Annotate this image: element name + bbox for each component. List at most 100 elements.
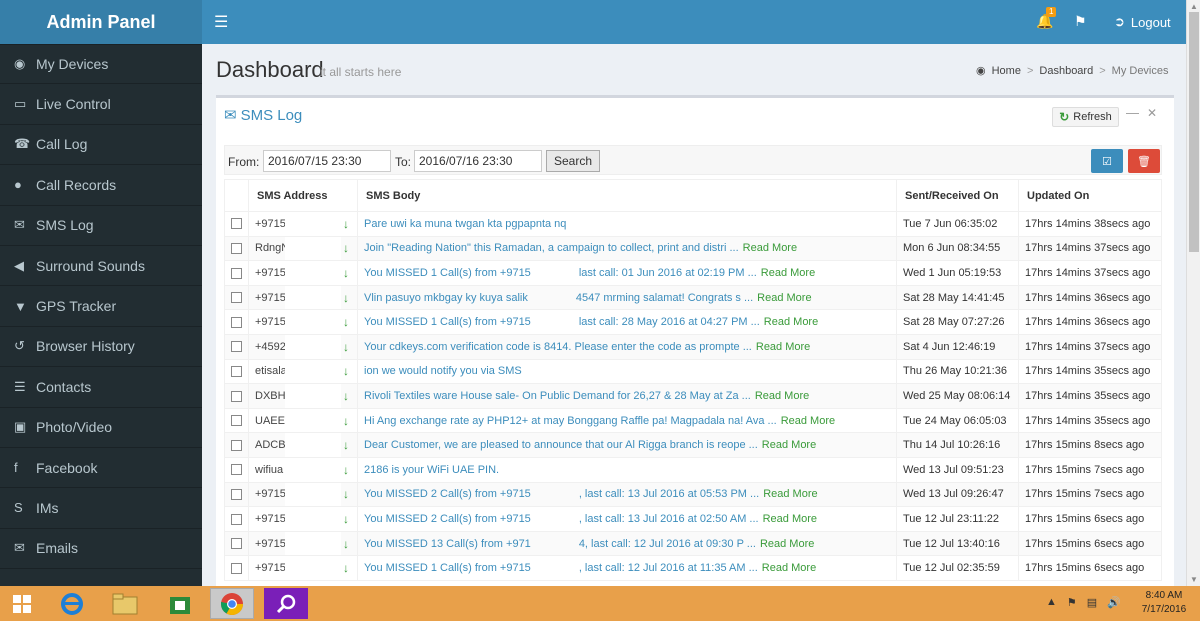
row-checkbox[interactable] [231,316,242,328]
select-all-button[interactable]: ☑ [1091,149,1123,173]
sms-body[interactable]: You MISSED 2 Call(s) from +9715 [364,488,531,500]
page-scrollbar[interactable]: ▲ ▼ [1186,0,1200,586]
table-row[interactable]: +9715 ↓ You MISSED 1 Call(s) from +9715 las… [224,309,1162,335]
table-row[interactable]: wifiua ↓ 2186 is your WiFi UAE PIN. Wed 13 … [224,456,1162,483]
search-button[interactable]: Search [546,150,600,172]
table-row[interactable]: +9715 ↓ You MISSED 2 Call(s) from +9715 , l… [224,506,1162,532]
sidebar-item-surround-sounds[interactable]: ◀ Surround Sounds [0,246,202,287]
sidebar-item-contacts[interactable]: ☰ Contacts [0,367,202,408]
read-more-link[interactable]: Read More [763,488,817,500]
sidebar-item-live-control[interactable]: ▭ Live Control [0,84,202,125]
refresh-button[interactable]: ↻ Refresh [1052,107,1119,127]
table-row[interactable]: +9715 ↓ Vlin pasuyo mkbgay ky kuya salik 45… [224,284,1162,311]
table-row[interactable]: RdngN ↓ Join "Reading Nation" this Ramadan… [224,235,1162,262]
volume-icon[interactable]: 🔊 [1107,596,1121,609]
row-checkbox[interactable] [231,488,242,500]
table-row[interactable]: +9715 ↓ You MISSED 13 Call(s) from +971 4, … [224,530,1162,557]
table-row[interactable]: +9715 ↓ You MISSED 1 Call(s) from +9715 , l… [224,555,1162,581]
read-more-link[interactable]: Read More [762,439,816,451]
sms-body[interactable]: You MISSED 2 Call(s) from +9715 [364,513,531,525]
column-header-updated[interactable]: Updated On [1018,179,1162,212]
sms-body[interactable]: You MISSED 1 Call(s) from +9715 [364,267,531,279]
scroll-thumb[interactable] [1189,12,1199,252]
row-checkbox[interactable] [231,562,242,574]
read-more-link[interactable]: Read More [757,292,811,304]
flag-tray-icon[interactable]: ⚑ [1067,596,1077,609]
read-more-link[interactable]: Read More [761,267,815,279]
network-icon[interactable]: ▤ [1087,596,1097,609]
sms-body[interactable]: 2186 is your WiFi UAE PIN. [364,464,499,476]
row-checkbox[interactable] [231,538,242,550]
sms-body[interactable]: You MISSED 13 Call(s) from +971 [364,538,531,550]
row-checkbox[interactable] [231,218,242,230]
row-checkbox[interactable] [231,464,242,476]
sidebar-item-call-log[interactable]: ☎ Call Log [0,125,202,166]
delete-button[interactable]: 🗑 [1128,149,1160,173]
sms-body-continued[interactable]: 4, last call: 12 Jul 2016 at 09:30 P ... [579,538,756,550]
sms-body[interactable]: Rivoli Textiles ware House sale- On Publ… [364,390,751,402]
sms-body[interactable]: Pare uwi ka muna twgan kta pgpapnta nq [364,218,566,230]
breadcrumb-dashboard[interactable]: Dashboard [1039,65,1093,77]
row-checkbox[interactable] [231,267,242,279]
sidebar-item-sms-log[interactable]: ✉ SMS Log [0,206,202,246]
row-checkbox[interactable] [231,365,242,377]
sms-body-continued[interactable]: 4547 mrming salamat! Congrats s ... [576,292,753,304]
sms-body-continued[interactable]: last call: 28 May 2016 at 04:27 PM ... [579,316,760,328]
sms-body[interactable]: Your cdkeys.com verification code is 841… [364,341,752,353]
sidebar-item-ims[interactable]: S IMs [0,488,202,529]
table-row[interactable]: ADCB ↓ Dear Customer, we are pleased to an… [224,432,1162,458]
table-row[interactable]: +4592 ↓ Your cdkeys.com verification code … [224,333,1162,360]
read-more-link[interactable]: Read More [755,390,809,402]
row-checkbox[interactable] [231,242,242,254]
scroll-down-icon[interactable]: ▼ [1190,575,1198,584]
column-header-address[interactable]: SMS Address [248,179,358,212]
sms-body[interactable]: Dear Customer, we are pleased to announc… [364,439,758,451]
from-date-input[interactable] [263,150,391,172]
sms-body[interactable]: You MISSED 1 Call(s) from +9715 [364,562,531,574]
row-checkbox[interactable] [231,439,242,451]
breadcrumb-home[interactable]: Home [992,65,1021,77]
column-header-sent[interactable]: Sent/Received On [896,179,1019,212]
sidebar-item-emails[interactable]: ✉ Emails [0,529,202,570]
table-row[interactable]: UAEE ↓ Hi Ang exchange rate ay PHP12+ at m… [224,407,1162,434]
tray-arrow-icon[interactable]: ▲ [1046,596,1057,609]
flag-icon[interactable]: ⚑ [1074,13,1087,30]
sms-body[interactable]: You MISSED 1 Call(s) from +9715 [364,316,531,328]
brand-title[interactable]: Admin Panel [0,0,202,44]
read-more-link[interactable]: Read More [781,415,835,427]
sidebar-item-my-devices[interactable]: ◉ My Devices [0,44,202,85]
column-header-body[interactable]: SMS Body [357,179,897,212]
taskbar-clock[interactable]: 8:40 AM 7/17/2016 [1136,589,1192,617]
sms-body-continued[interactable]: , last call: 12 Jul 2016 at 11:35 AM ... [579,562,758,574]
row-checkbox[interactable] [231,415,242,427]
table-row[interactable]: +9715 ↓ You MISSED 1 Call(s) from +9715 las… [224,260,1162,286]
file-explorer-icon[interactable] [103,588,147,619]
sms-body-continued[interactable]: last call: 01 Jun 2016 at 02:19 PM ... [579,267,757,279]
sidebar-item-gps-tracker[interactable]: ▼ GPS Tracker [0,286,202,327]
table-row[interactable]: DXBH ↓ Rivoli Textiles ware House sale- On… [224,383,1162,409]
collapse-icon[interactable]: — [1126,105,1139,120]
chrome-icon[interactable] [210,588,254,619]
sidebar-item-facebook[interactable]: f Facebook [0,448,202,489]
row-checkbox[interactable] [231,513,242,525]
table-row[interactable]: etisala ↓ ion we would notify you via SMS T… [224,358,1162,385]
sms-body-continued[interactable]: , last call: 13 Jul 2016 at 05:53 PM ... [579,488,759,500]
sms-body[interactable]: Join "Reading Nation" this Ramadan, a ca… [364,242,739,254]
menu-toggle-icon[interactable]: ☰ [214,12,228,32]
sidebar-item-browser-history[interactable]: ↺ Browser History [0,327,202,368]
scroll-up-icon[interactable]: ▲ [1190,2,1198,11]
close-icon[interactable]: ✕ [1147,106,1157,120]
table-row[interactable]: +9715 ↓ You MISSED 2 Call(s) from +9715 , l… [224,481,1162,508]
store-icon[interactable] [158,588,202,619]
read-more-link[interactable]: Read More [760,538,814,550]
read-more-link[interactable]: Read More [743,242,797,254]
sms-body[interactable]: ion we would notify you via SMS [364,365,522,377]
row-checkbox[interactable] [231,390,242,402]
sidebar-item-photo-video[interactable]: ▣ Photo/Video [0,408,202,448]
windows-start-icon[interactable] [0,588,44,619]
to-date-input[interactable] [414,150,542,172]
search-app-icon[interactable] [264,588,308,619]
read-more-link[interactable]: Read More [763,513,817,525]
read-more-link[interactable]: Read More [764,316,818,328]
read-more-link[interactable]: Read More [756,341,810,353]
